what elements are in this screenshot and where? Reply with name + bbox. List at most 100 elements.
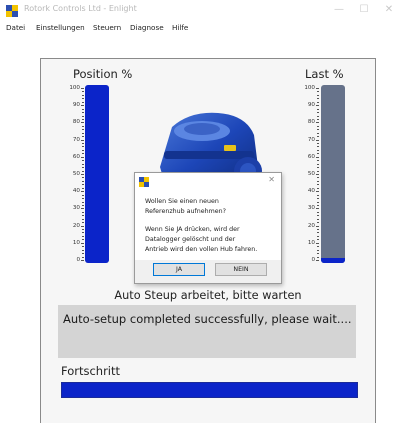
maximize-icon[interactable]: ☐ [356,3,372,17]
load-scale-tick-label: 10 [307,239,315,246]
load-scale-minor-tick [317,149,319,151]
menu-einstellungen[interactable]: Einstellungen [36,23,85,32]
position-scale-minor-tick [82,143,84,145]
menu-steuern[interactable]: Steuern [93,23,121,32]
load-scale-minor-tick [317,136,319,138]
dialog-info-line1: Wenn Sie JA drücken, wird der [145,226,240,233]
load-scale-minor-tick [317,187,319,189]
position-scale-minor-tick [82,246,84,248]
position-scale-minor-tick [82,222,84,224]
status-message: Auto-setup completed successfully, pleas… [63,312,352,326]
load-scale-minor-tick [317,249,319,251]
minimize-icon[interactable]: — [331,3,347,17]
position-scale-minor-tick [82,180,84,182]
load-scale-minor-tick [317,218,319,220]
close-icon[interactable]: ✕ [381,3,397,17]
position-scale-tick [81,225,84,227]
load-scale-tick-label: 20 [307,222,315,229]
position-scale-tick-label: 80 [72,119,80,126]
load-scale-minor-tick [317,153,319,155]
position-scale-tick [81,260,84,261]
position-scale-minor-tick [82,187,84,189]
position-scale-minor-tick [82,108,84,110]
load-scale-tick [316,122,319,124]
position-scale-minor-tick [82,201,84,203]
position-bar [85,85,109,263]
position-scale-tick [81,208,84,210]
load-scale-minor-tick [317,204,319,206]
dialog-close-icon[interactable]: ✕ [268,175,275,184]
yes-button[interactable]: JA [153,263,205,276]
position-scale-minor-tick [82,91,84,93]
load-scale-minor-tick [317,222,319,224]
status-message-box: Auto-setup completed successfully, pleas… [58,305,356,358]
position-scale-tick [81,174,84,175]
load-scale-tick-label: 90 [307,102,315,109]
dialog-info-line2: Datalogger gelöscht und der [145,236,236,243]
load-scale-minor-tick [317,229,319,231]
no-button[interactable]: NEIN [215,263,267,276]
load-scale-tick-label: 40 [307,188,315,195]
load-scale-minor-tick [317,118,319,120]
position-scale-tick-label: 100 [69,85,80,91]
position-scale-minor-tick [82,146,84,148]
load-scale-minor-tick [317,163,319,165]
position-scale-tick-label: 30 [72,205,80,212]
confirm-dialog: ✕ Wollen Sie einen neuen Referenzhub auf… [134,172,282,284]
menu-hilfe[interactable]: Hilfe [172,23,188,32]
load-scale-tick [316,105,319,107]
menu-diagnose[interactable]: Diagnose [130,23,164,32]
load-scale-minor-tick [317,125,319,127]
load-scale-minor-tick [317,112,319,114]
load-scale-tick [316,174,319,175]
position-scale-minor-tick [82,177,84,179]
menu-datei[interactable]: Datei [6,23,25,32]
position-scale-minor-tick [82,153,84,155]
title-bar[interactable]: Rotork Controls Ltd - Enlight — ☐ ✕ [0,0,404,22]
load-scale-minor-tick [317,160,319,162]
load-scale-tick [316,225,319,227]
position-scale-minor-tick [82,163,84,165]
position-scale-tick-label: 60 [72,153,80,160]
position-scale-minor-tick [82,98,84,100]
load-scale-tick-label: 30 [307,205,315,212]
load-scale-minor-tick [317,108,319,110]
load-scale-minor-tick [317,194,319,196]
position-scale-tick [81,242,84,244]
position-scale-tick [81,122,84,124]
position-scale-tick-label: 20 [72,222,80,229]
position-scale-minor-tick [82,129,84,131]
load-scale-tick-label: 70 [307,136,315,143]
load-scale-minor-tick [317,101,319,103]
position-scale-minor-tick [82,235,84,237]
load-scale-minor-tick [317,132,319,134]
position-scale-tick [81,88,84,89]
load-scale-minor-tick [317,184,319,186]
dialog-app-icon [139,177,149,187]
load-scale-tick-label: 100 [304,85,315,91]
position-scale-minor-tick [82,215,84,217]
load-scale-minor-tick [317,143,319,145]
load-scale-minor-tick [317,198,319,200]
load-scale-minor-tick [317,215,319,217]
position-scale-minor-tick [82,101,84,103]
load-scale-minor-tick [317,98,319,100]
position-scale-tick-label: 10 [72,239,80,246]
load-scale-minor-tick [317,246,319,248]
progress-bar [61,382,358,398]
position-scale-minor-tick [82,160,84,162]
position-scale-minor-tick [82,170,84,172]
position-bar-fill [85,85,109,263]
position-scale-minor-tick [82,229,84,231]
load-scale-minor-tick [317,129,319,131]
position-scale-minor-tick [82,218,84,220]
position-scale-minor-tick [82,232,84,234]
position-scale-tick [81,105,84,107]
position-scale-tick-label: 70 [72,136,80,143]
load-scale-minor-tick [317,146,319,148]
position-gauge-title: Position % [73,67,133,81]
position-scale: 100 90 80 70 60 50 40 30 20 10 0 [60,85,84,263]
load-bar [321,85,345,263]
load-scale-tick [316,260,319,261]
position-scale-minor-tick [82,136,84,138]
